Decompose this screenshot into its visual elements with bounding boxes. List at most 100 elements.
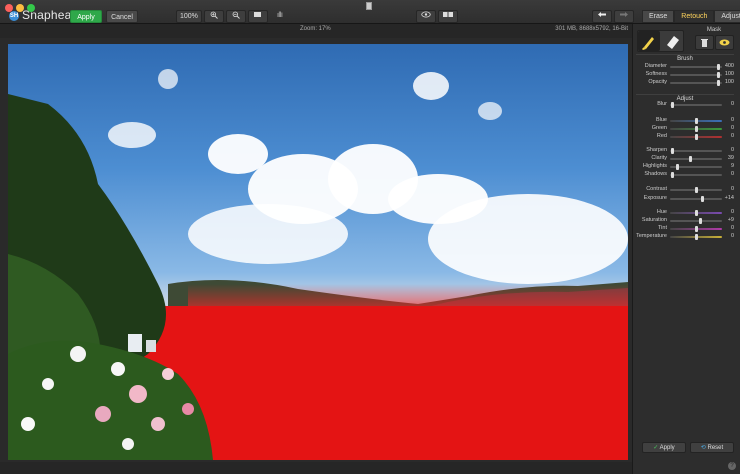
adjust-label: Exposure <box>643 195 667 201</box>
brush-slider[interactable] <box>670 80 722 86</box>
panel-apply-button[interactable]: ✓ Apply <box>642 442 686 453</box>
adjust-slider[interactable] <box>670 210 722 216</box>
clear-mask-button[interactable] <box>695 35 714 50</box>
adjust-value: 0 <box>730 171 734 177</box>
slider-knob[interactable] <box>694 118 698 124</box>
adjust-row: Green 0 <box>636 125 734 133</box>
apply-button[interactable]: Apply <box>70 10 102 23</box>
adjust-value: 0 <box>730 233 734 239</box>
tab-adjust[interactable]: Adjust <box>714 10 740 23</box>
brush-row: Opacity 100 <box>636 79 734 87</box>
adjust-slider[interactable] <box>670 172 722 178</box>
panel-reset-label: Reset <box>707 445 724 451</box>
panel-reset-button[interactable]: ⟲ Reset <box>690 442 734 453</box>
split-view-button[interactable] <box>438 10 458 23</box>
brush-tool-button[interactable] <box>638 31 660 51</box>
slider-knob[interactable] <box>694 226 698 232</box>
adjust-value: 39 <box>727 155 734 161</box>
slider-knob[interactable] <box>716 80 720 86</box>
adjust-label: Temperature <box>636 233 667 239</box>
adjust-slider[interactable] <box>670 226 722 232</box>
undo-button[interactable] <box>592 10 612 23</box>
show-mask-button[interactable] <box>715 35 734 50</box>
brush-slider[interactable] <box>670 64 722 70</box>
adjust-label: Red <box>656 133 667 139</box>
adjust-label: Contrast <box>646 186 667 192</box>
adjust-label: Shadows <box>644 171 667 177</box>
zoom-level-text: Zoom: 17% <box>300 26 331 32</box>
document-icon <box>366 2 372 10</box>
adjust-slider[interactable] <box>670 134 722 140</box>
trash-icon <box>701 39 708 47</box>
cancel-button[interactable]: Cancel <box>106 10 138 23</box>
adjust-slider[interactable] <box>670 234 722 240</box>
slider-knob[interactable] <box>670 148 674 154</box>
slider-knob[interactable] <box>694 187 698 193</box>
adjust-slider[interactable] <box>670 187 722 193</box>
slider-knob[interactable] <box>694 234 698 240</box>
adjust-row: Clarity 39 <box>636 155 734 163</box>
slider-knob[interactable] <box>698 218 702 224</box>
adjust-slider[interactable] <box>670 164 722 170</box>
fit-screen-icon <box>254 12 262 17</box>
mode-tabs: Erase Retouch Adjust <box>642 10 740 23</box>
brush-row: Softness 100 <box>636 71 734 79</box>
adjust-label: Blur <box>657 101 667 107</box>
brush-value: 100 <box>724 71 734 77</box>
hand-icon <box>277 11 283 17</box>
adjust-label: Highlights <box>642 163 667 169</box>
zoom-out-button[interactable] <box>225 10 246 23</box>
adjust-slider[interactable] <box>670 118 722 124</box>
brush-label: Diameter <box>644 63 667 69</box>
eraser-tool-button[interactable] <box>662 31 683 51</box>
slider-knob[interactable] <box>694 126 698 132</box>
help-icon[interactable]: ? <box>728 462 736 470</box>
brush-row: Diameter 400 <box>636 63 734 71</box>
adjust-label: Sharpen <box>646 147 667 153</box>
adjust-label: Green <box>651 125 667 131</box>
adjust-value: 0 <box>730 225 734 231</box>
adjust-label: Hue <box>656 209 667 215</box>
redo-button[interactable] <box>614 10 634 23</box>
adjust-row: Blue 0 <box>636 117 734 125</box>
adjust-slider[interactable] <box>670 196 722 202</box>
brush-label: Softness <box>645 71 667 77</box>
slider-knob[interactable] <box>694 210 698 216</box>
slider-knob[interactable] <box>694 134 698 140</box>
tab-retouch[interactable]: Retouch <box>674 10 715 23</box>
slider-knob[interactable] <box>689 156 693 162</box>
fit-screen-button[interactable] <box>247 10 268 23</box>
status-bar <box>0 462 632 474</box>
hand-tool-button[interactable] <box>270 10 290 23</box>
adjust-value: 0 <box>730 147 734 153</box>
adjust-value: 0 <box>730 117 734 123</box>
tool-panel <box>632 24 740 474</box>
zoom-controls: 100% <box>176 10 290 23</box>
slider-knob[interactable] <box>716 72 720 78</box>
slider-knob[interactable] <box>716 64 720 70</box>
panel-apply-label: Apply <box>659 445 675 451</box>
image-meta-text: 301 MB, 8688x5792, 16-Bit <box>555 26 628 32</box>
adjust-slider[interactable] <box>670 156 722 162</box>
adjust-row: Sharpen 0 <box>636 147 734 155</box>
brush-label: Opacity <box>648 79 667 85</box>
slider-knob[interactable] <box>701 196 705 202</box>
adjust-label: Blue <box>655 117 667 123</box>
zoom-in-button[interactable] <box>203 10 224 23</box>
slider-knob[interactable] <box>670 172 674 178</box>
slider-knob[interactable] <box>675 164 679 170</box>
brush-slider[interactable] <box>670 72 722 78</box>
zoom-percent-button[interactable]: 100% <box>176 10 202 23</box>
adjust-row: Highlights 9 <box>636 163 734 171</box>
adjust-value: 9 <box>730 163 734 169</box>
adjust-row: Temperature 0 <box>636 233 734 241</box>
adjust-slider[interactable] <box>670 148 722 154</box>
preview-eye-button[interactable] <box>416 10 436 23</box>
adjust-slider[interactable] <box>670 126 722 132</box>
adjust-value: 0 <box>730 101 734 107</box>
image-canvas[interactable] <box>8 44 628 460</box>
tab-erase[interactable]: Erase <box>642 10 675 23</box>
adjust-slider[interactable] <box>670 218 722 224</box>
adjust-slider[interactable] <box>670 102 722 108</box>
slider-knob[interactable] <box>670 102 674 108</box>
